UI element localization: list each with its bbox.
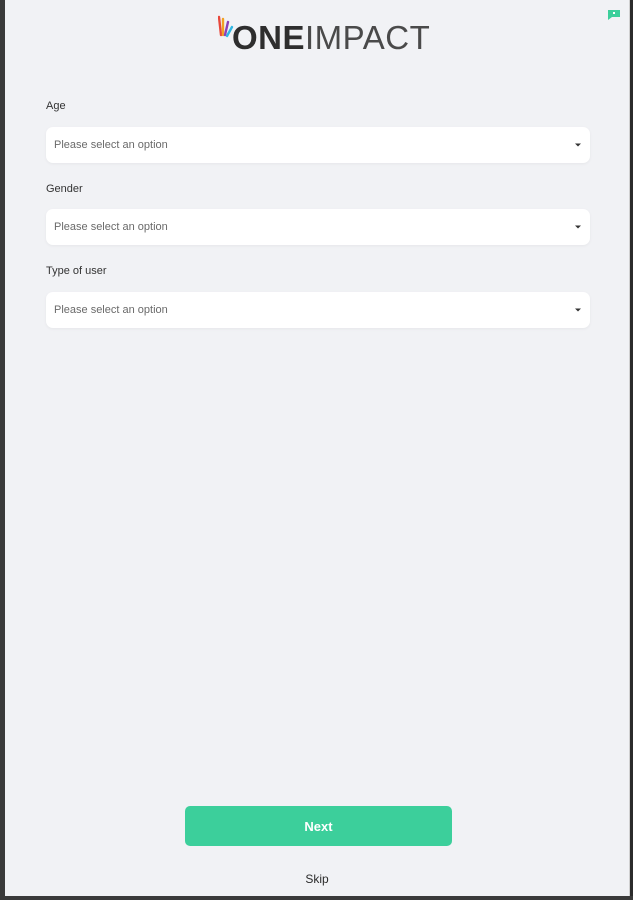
- gender-select-placeholder: Please select an option: [54, 221, 168, 233]
- caret-down-icon: [575, 225, 581, 229]
- age-select[interactable]: Please select an option: [46, 127, 590, 163]
- gender-select[interactable]: Please select an option: [46, 209, 590, 245]
- skip-link[interactable]: Skip: [5, 872, 629, 886]
- age-label: Age: [46, 100, 66, 112]
- gender-label: Gender: [46, 183, 83, 195]
- chat-flag-icon[interactable]: [607, 9, 621, 21]
- caret-down-icon: [575, 308, 581, 312]
- user-type-select[interactable]: Please select an option: [46, 292, 590, 328]
- brand-logo: ONE IMPACT: [218, 14, 430, 60]
- window-edge-bottom: [0, 896, 633, 900]
- caret-down-icon: [575, 143, 581, 147]
- logo-text-light: IMPACT: [305, 18, 431, 56]
- next-button[interactable]: Next: [185, 806, 452, 846]
- user-type-select-placeholder: Please select an option: [54, 304, 168, 316]
- age-select-placeholder: Please select an option: [54, 139, 168, 151]
- logo-text-bold: ONE: [232, 18, 306, 56]
- user-type-label: Type of user: [46, 265, 107, 277]
- onboarding-screen: ONE IMPACT Age Please select an option G…: [5, 0, 630, 896]
